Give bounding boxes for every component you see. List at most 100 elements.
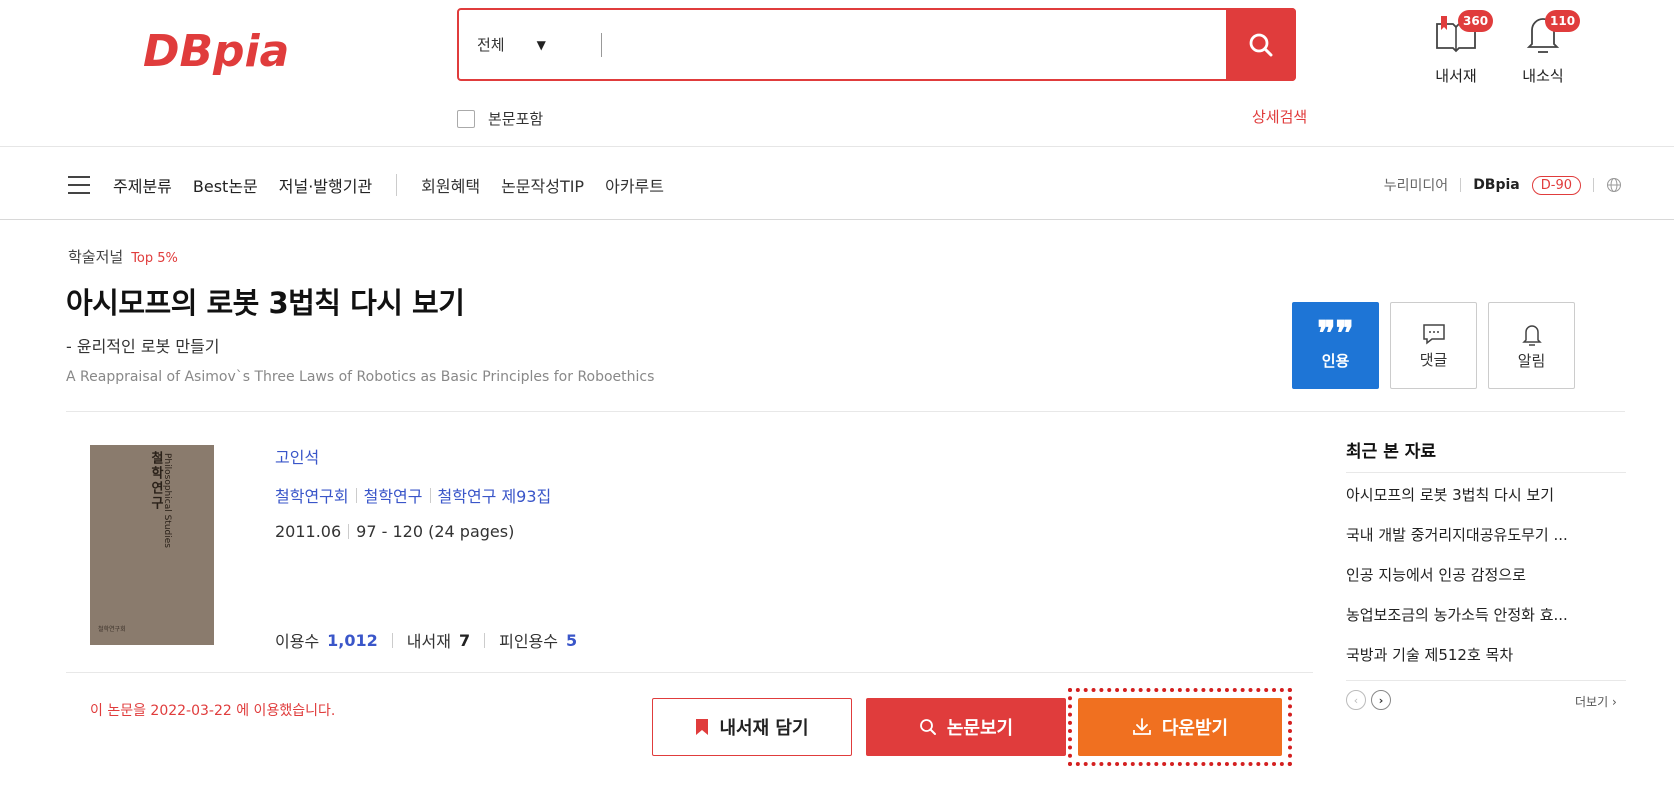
list-item[interactable]: 농업보조금의 농가소득 안정화 효... [1346,605,1626,645]
header-divider [0,146,1674,147]
article-subtitle: - 윤리적인 로봇 만들기 [66,337,220,356]
author-row: 고인석 [275,444,319,468]
brand-link[interactable]: DBpia [1473,177,1520,193]
main-nav: 주제분류 Best논문 저널·발행기관 회원혜택 논문작성TIP 아카루트 [68,160,685,210]
list-item[interactable]: 인공 지능에서 인공 감정으로 [1346,565,1626,605]
nav-right-divider [1593,178,1594,192]
list-item[interactable]: 아시모프의 로봇 3법칙 다시 보기 [1346,485,1626,525]
nav-item-journals[interactable]: 저널·발행기관 [279,173,372,197]
nav-divider-line [0,219,1674,220]
nav-right: 누리미디어 DBpia D-90 [1384,160,1622,210]
meta-divider [484,632,486,648]
nav-divider [396,174,398,196]
add-to-shelf-label: 내서재 담기 [719,718,809,739]
list-item[interactable]: 국방과 기술 제512호 목차 [1346,645,1626,685]
article-english-title: A Reappraisal of Asimov`s Three Laws of … [66,369,655,385]
more-link[interactable]: 더보기 › [1575,693,1617,710]
usage-history-note: 이 논문을 2022-03-22 에 이용했습니다. [90,703,336,719]
cover-subtitle: Philosophical Studies [162,453,172,548]
cited-label: 피인용수 [499,632,558,651]
nav-item-benefits[interactable]: 회원혜택 [421,173,480,197]
bookshelf-label: 내서재 [1435,67,1477,85]
publication-date: 2011.06 [275,522,342,541]
shelf-count: 7 [458,630,471,650]
caret-down-icon: ▼ [536,37,546,52]
nav-item-subject[interactable]: 주제분류 [113,173,172,197]
fulltext-option[interactable]: 본문포함 [457,108,543,129]
article-divider [66,411,1625,412]
cite-label: 인용 [1321,351,1350,370]
dbpia-logo[interactable]: DBpia [143,20,393,80]
shelf-label: 내서재 [406,632,451,651]
advanced-search-link[interactable]: 상세검색 [1252,106,1307,127]
category-label: 학술저널 [68,248,124,266]
view-paper-button[interactable]: 논문보기 [866,698,1066,756]
date-pages-row: 2011.06 97 - 120 (24 pages) [275,522,514,541]
quote-icon: ❞❞ [1317,313,1354,354]
company-link[interactable]: 누리미디어 [1384,175,1448,195]
comment-button[interactable]: 댓글 [1390,302,1477,389]
bell-icon [1521,324,1542,346]
search-button[interactable] [1226,8,1296,81]
publisher-link[interactable]: 철학연구회 [275,483,349,507]
cover-publisher: 철학연구회 [98,626,126,633]
list-item[interactable]: 국내 개발 중거리지대공유도무기 ... [1346,525,1626,565]
usage-label: 이용수 [275,632,320,651]
download-focus-outline [1068,688,1292,766]
next-page-button[interactable]: › [1371,690,1391,710]
view-paper-label: 논문보기 [946,718,1014,739]
prev-page-button[interactable]: ‹ [1346,690,1366,710]
comment-icon [1422,323,1445,345]
journal-cover-image: 철학연구 Philosophical Studies 철학연구회 [90,445,214,645]
notifications-label: 내소식 [1522,67,1564,85]
article-category: 학술저널 Top 5% [68,246,178,267]
search-scope-select[interactable]: 전체 ▼ [459,10,601,79]
meta-bottom-divider [66,672,1313,673]
notification-count-badge: 110 [1545,10,1581,32]
bookshelf-count-badge: 360 [1458,10,1494,32]
nav-item-best[interactable]: Best논문 [193,173,258,197]
page-range: 97 - 120 (24 pages) [356,522,515,541]
meta-divider [391,632,393,648]
author-link[interactable]: 고인석 [275,444,319,468]
recent-items-list: 아시모프의 로봇 3법칙 다시 보기 국내 개발 중거리지대공유도무기 ... … [1346,485,1626,685]
publication-row: 철학연구회 철학연구 철학연구 제93집 [275,483,551,507]
notifications-button[interactable]: 110 내소식 [1513,10,1581,85]
recent-items-panel: 최근 본 자료 아시모프의 로봇 3법칙 다시 보기 국내 개발 중거리지대공유… [1346,437,1626,685]
nav-right-divider [1460,178,1462,192]
meta-divider [348,524,350,539]
usage-count: 1,012 [327,630,378,650]
search-scope-label: 전체 [477,36,505,54]
recent-items-title: 최근 본 자료 [1346,437,1626,473]
alert-button[interactable]: 알림 [1488,302,1575,389]
add-to-shelf-button[interactable]: 내서재 담기 [652,698,852,756]
search-bar: 전체 ▼ [457,8,1296,81]
cite-button[interactable]: ❞❞ 인용 [1292,302,1379,389]
rank-badge: Top 5% [131,251,178,266]
article-title: 아시모프의 로봇 3법칙 다시 보기 [66,286,465,320]
meta-divider [429,487,431,503]
bookmark-icon [696,719,709,735]
search-input[interactable] [602,10,1226,79]
nav-item-acaroute[interactable]: 아카루트 [605,173,664,197]
nav-item-tips[interactable]: 논문작성TIP [501,173,584,197]
issue-link[interactable]: 철학연구 제93집 [438,483,552,507]
fulltext-checkbox[interactable] [457,109,475,128]
journal-link[interactable]: 철학연구 [364,483,423,507]
stats-row: 이용수 1,012 내서재 7 피인용수 5 [275,628,577,652]
globe-icon[interactable] [1606,177,1622,193]
recent-items-divider [1346,680,1626,681]
more-label: 더보기 [1575,695,1609,709]
recent-pager: ‹ › [1346,690,1391,710]
alert-label: 알림 [1517,351,1546,370]
menu-icon[interactable] [68,176,90,194]
logo-text: DBpia [143,26,289,77]
bookshelf-button[interactable]: 360 내서재 [1426,10,1494,85]
comment-label: 댓글 [1419,350,1448,369]
search-icon [919,719,936,735]
meta-divider [355,487,357,503]
dday-badge: D-90 [1531,175,1581,195]
fulltext-label: 본문포함 [488,110,544,128]
search-icon [1249,33,1273,56]
cited-count: 5 [565,630,578,650]
